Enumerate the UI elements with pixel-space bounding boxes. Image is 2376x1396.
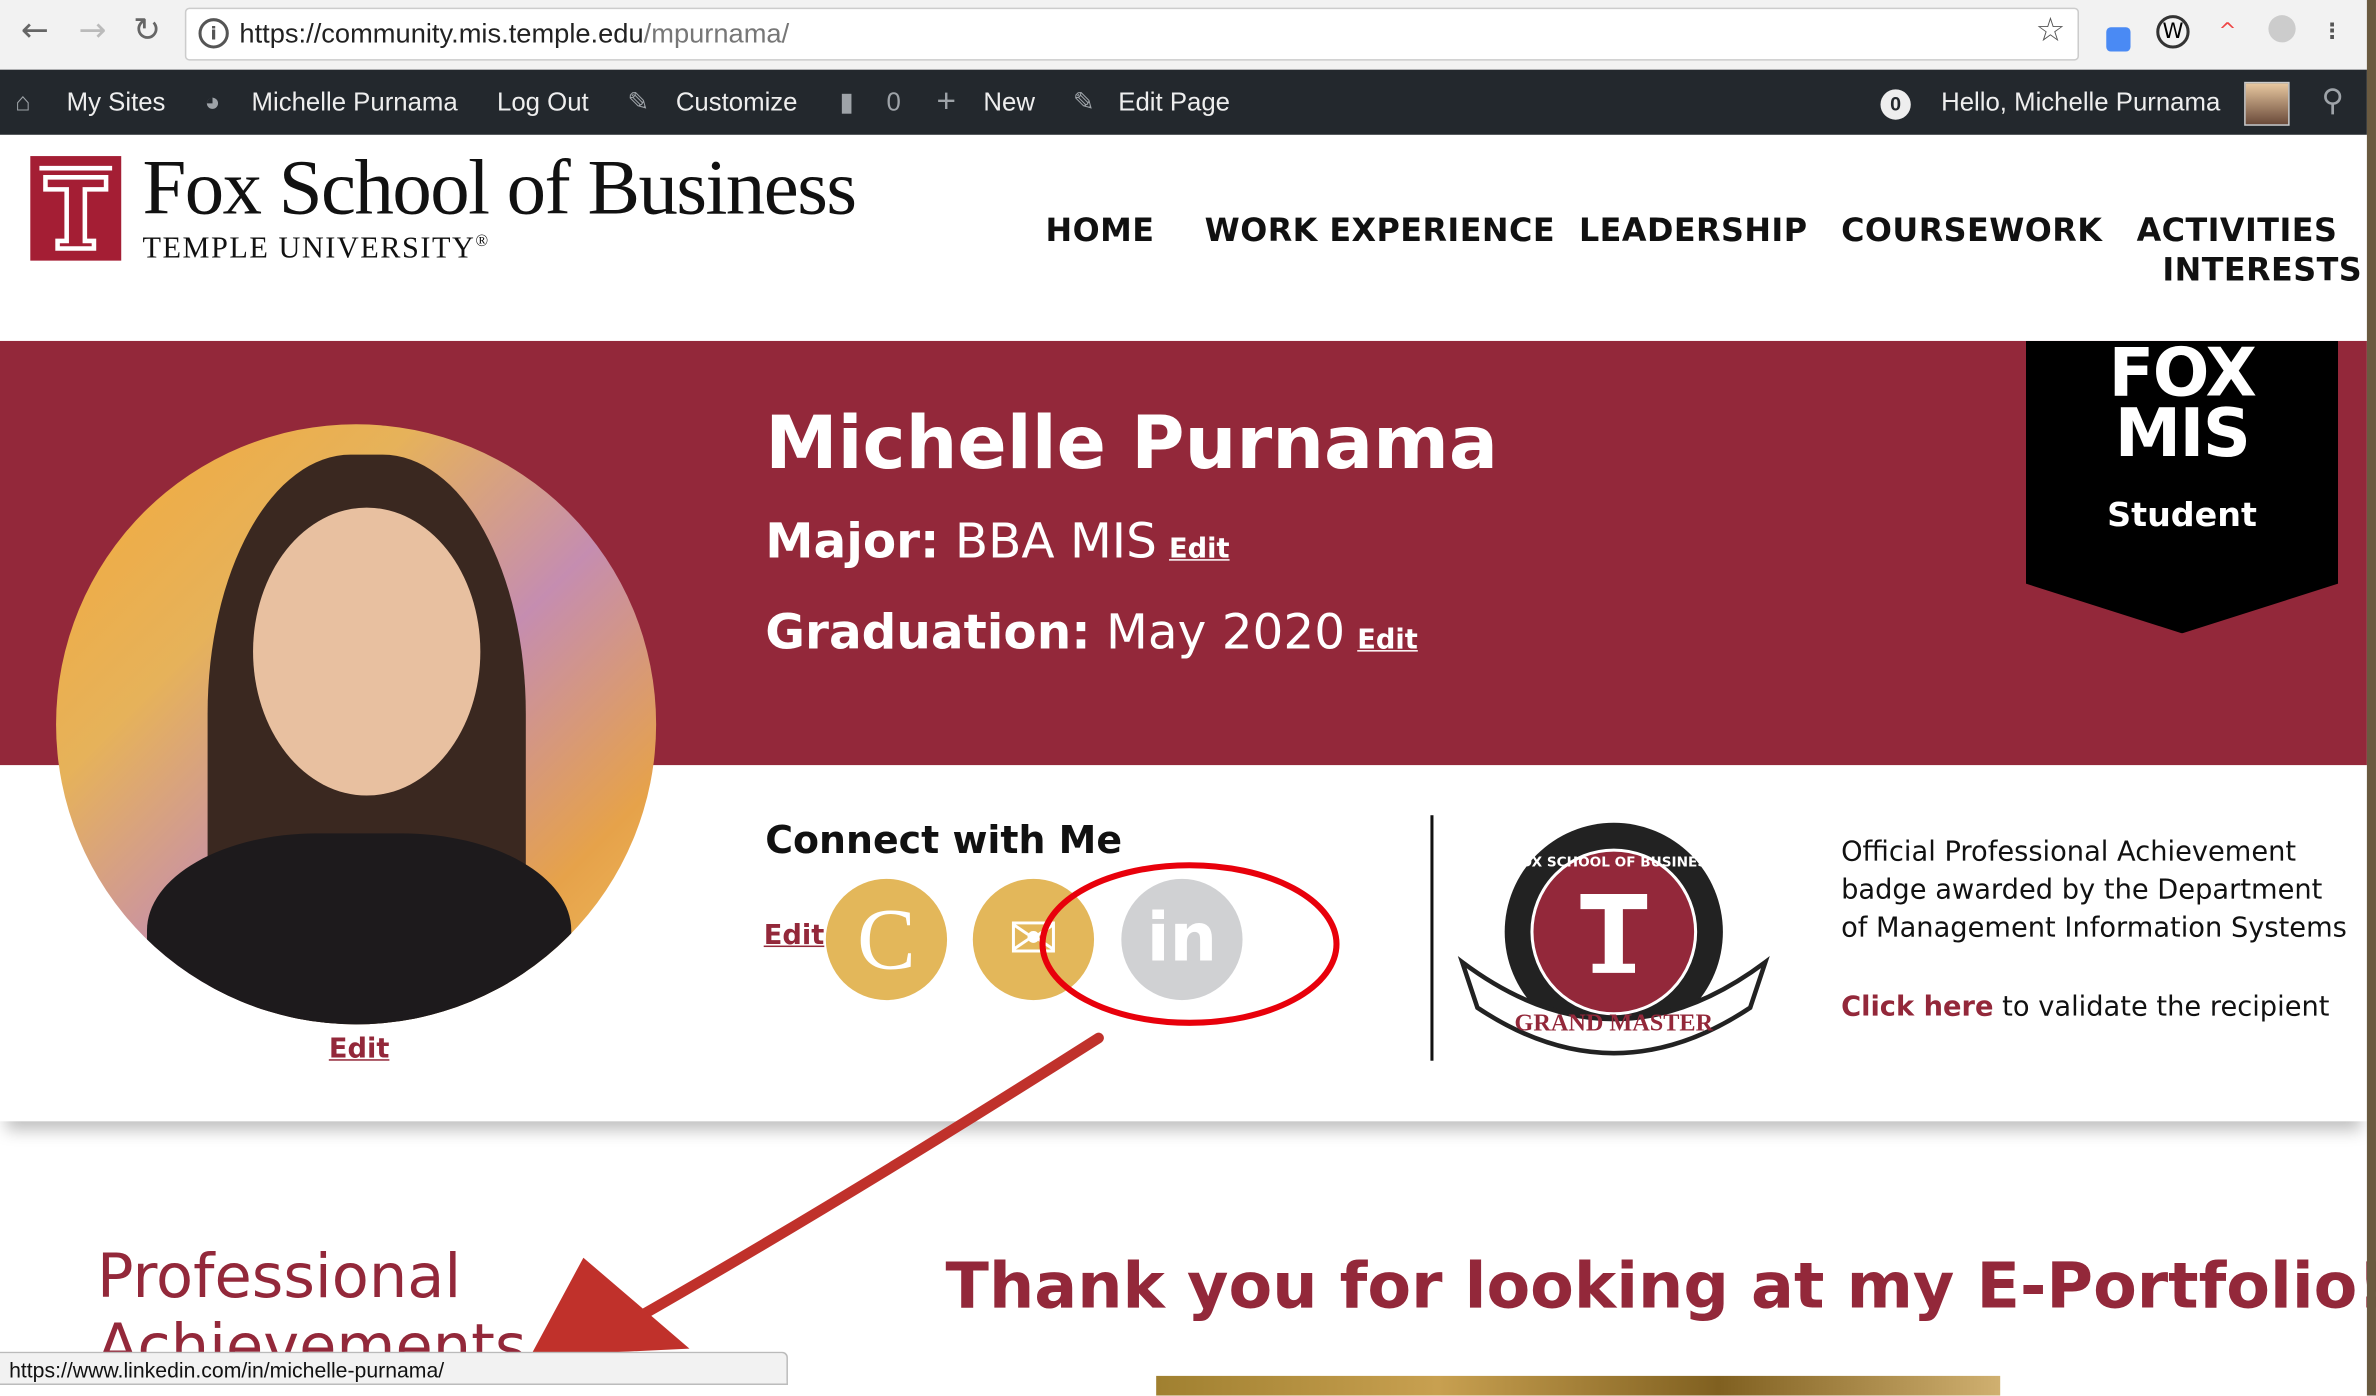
annotation-layer	[530, 862, 1340, 1357]
page: ← → ↻ i https://community.mis.temple.edu…	[0, 0, 2376, 1396]
status-bar-url: https://www.linkedin.com/in/michelle-pur…	[0, 1351, 788, 1385]
annotation-circle	[1039, 862, 1340, 1026]
window-edge	[2366, 0, 2376, 1396]
annotation-arrow-shaft	[631, 1032, 1104, 1324]
